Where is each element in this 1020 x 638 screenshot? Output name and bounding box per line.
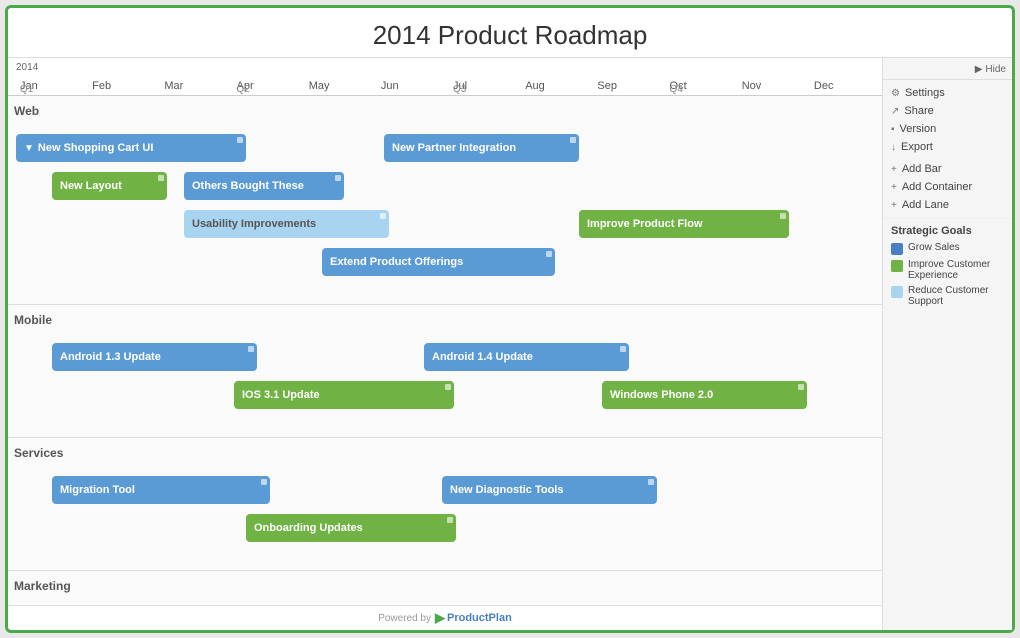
bar-mobile-2[interactable]: IOS 3.1 Update bbox=[234, 381, 454, 409]
lane-marketing: Marketing Marketo IntegrationWebsite Upda… bbox=[8, 571, 882, 605]
page-title: 2014 Product Roadmap bbox=[8, 8, 1012, 58]
goal-color-2 bbox=[891, 286, 903, 298]
bars-area-marketing: Marketo IntegrationWebsite UpdatesPartne… bbox=[14, 599, 876, 605]
goal-label-1: Improve Customer Experience bbox=[908, 259, 1004, 281]
bar-resize-handle[interactable] bbox=[237, 137, 243, 143]
sidebar-menu: ⚙ Settings ↗ Share ▪ Version ↓ Export + Add Bar + A… bbox=[883, 80, 1012, 219]
sidebar-icon-2: ▪ bbox=[891, 124, 895, 135]
lane-title-web: Web bbox=[14, 104, 876, 118]
sidebar-label-5: Add Container bbox=[902, 181, 972, 193]
bar-web-0[interactable]: ▼New Shopping Cart UI bbox=[16, 134, 246, 162]
powered-by-text: Powered by bbox=[378, 613, 431, 624]
lane-title-mobile: Mobile bbox=[14, 313, 876, 327]
bar-resize-handle[interactable] bbox=[158, 175, 164, 181]
goal-color-1 bbox=[891, 260, 903, 272]
sidebar-label-4: Add Bar bbox=[902, 163, 942, 175]
bar-services-0[interactable]: Migration Tool bbox=[52, 476, 270, 504]
lanes-container: Web ▼New Shopping Cart UI New Partner Inte… bbox=[8, 96, 882, 605]
sidebar-label-6: Add Lane bbox=[902, 199, 949, 211]
bar-web-4[interactable]: Usability Improvements bbox=[184, 210, 389, 238]
bar-services-2[interactable]: Onboarding Updates bbox=[246, 514, 456, 542]
lane-title-marketing: Marketing bbox=[14, 579, 876, 593]
triangle-icon: ▶ bbox=[975, 64, 983, 75]
bar-web-6[interactable]: Extend Product Offerings bbox=[322, 248, 555, 276]
sidebar-item-export[interactable]: ↓ Export bbox=[891, 138, 1004, 156]
bar-services-1[interactable]: New Diagnostic Tools bbox=[442, 476, 657, 504]
hide-label: Hide bbox=[985, 64, 1006, 75]
sidebar-item-settings[interactable]: ⚙ Settings bbox=[891, 84, 1004, 102]
month-cell-may: May bbox=[305, 80, 377, 92]
footer: Powered by ▶ ProductPlan bbox=[8, 605, 882, 630]
month-cell-jun: Jun bbox=[377, 80, 449, 92]
lane-title-services: Services bbox=[14, 446, 876, 460]
sidebar-top: ▶ Hide bbox=[883, 62, 1012, 80]
strategic-goal-2: Reduce Customer Support bbox=[891, 285, 1004, 307]
bar-web-2[interactable]: New Layout bbox=[52, 172, 167, 200]
bar-web-3[interactable]: Others Bought These bbox=[184, 172, 344, 200]
bar-resize-handle[interactable] bbox=[261, 479, 267, 485]
month-header: 2014 Q1JanFebMarQ2AprMayJunQ3JulAugSepQ4… bbox=[8, 58, 882, 96]
bars-area-services: Migration Tool New Diagnostic Tools Onboar… bbox=[14, 466, 876, 560]
sidebar-label-2: Version bbox=[900, 123, 937, 135]
lane-services: Services Migration Tool New Diagnostic Too… bbox=[8, 438, 882, 571]
month-cell-apr: Q2Apr bbox=[233, 80, 305, 92]
month-cell-mar: Mar bbox=[160, 80, 232, 92]
lane-web: Web ▼New Shopping Cart UI New Partner Inte… bbox=[8, 96, 882, 305]
bar-resize-handle[interactable] bbox=[648, 479, 654, 485]
month-cell-nov: Nov bbox=[738, 80, 810, 92]
bar-resize-handle[interactable] bbox=[445, 384, 451, 390]
goal-label-0: Grow Sales bbox=[908, 242, 960, 253]
sidebar-item-add-lane[interactable]: + Add Lane bbox=[891, 196, 1004, 214]
sidebar-item-version[interactable]: ▪ Version bbox=[891, 120, 1004, 138]
bar-resize-handle[interactable] bbox=[620, 346, 626, 352]
strategic-goals-title: Strategic Goals bbox=[891, 225, 1004, 237]
bar-resize-handle[interactable] bbox=[798, 384, 804, 390]
lane-mobile: Mobile Android 1.3 Update Android 1.4 Upda… bbox=[8, 305, 882, 438]
sidebar-label-1: Share bbox=[904, 105, 933, 117]
month-cell-aug: Aug bbox=[521, 80, 593, 92]
bar-resize-handle[interactable] bbox=[248, 346, 254, 352]
bars-area-web: ▼New Shopping Cart UI New Partner Integra… bbox=[14, 124, 876, 294]
hide-button[interactable]: ▶ Hide bbox=[975, 64, 1006, 75]
sidebar-icon-6: + bbox=[891, 200, 897, 211]
month-cell-sep: Sep bbox=[593, 80, 665, 92]
bar-web-5[interactable]: Improve Product Flow bbox=[579, 210, 789, 238]
strategic-goal-1: Improve Customer Experience bbox=[891, 259, 1004, 281]
brand-name: ProductPlan bbox=[447, 612, 512, 624]
bar-mobile-0[interactable]: Android 1.3 Update bbox=[52, 343, 257, 371]
strategic-goals-list: Grow Sales Improve Customer Experience Red… bbox=[891, 242, 1004, 307]
bar-resize-handle[interactable] bbox=[546, 251, 552, 257]
bar-resize-handle[interactable] bbox=[570, 137, 576, 143]
sidebar-icon-3: ↓ bbox=[891, 142, 896, 153]
month-cell-jul: Q3Jul bbox=[449, 80, 521, 92]
sidebar-item-share[interactable]: ↗ Share bbox=[891, 102, 1004, 120]
bar-web-1[interactable]: New Partner Integration bbox=[384, 134, 579, 162]
month-cell-jan: Q1Jan bbox=[16, 80, 88, 92]
month-cell-dec: Dec bbox=[810, 80, 882, 92]
month-cell-feb: Feb bbox=[88, 80, 160, 92]
sidebar-item-add-bar[interactable]: + Add Bar bbox=[891, 160, 1004, 178]
month-cell-oct: Q4Oct bbox=[666, 80, 738, 92]
bar-resize-handle[interactable] bbox=[380, 213, 386, 219]
sidebar-label-0: Settings bbox=[905, 87, 945, 99]
goal-color-0 bbox=[891, 243, 903, 255]
productplan-icon: ▶ bbox=[435, 610, 445, 626]
bar-mobile-1[interactable]: Android 1.4 Update bbox=[424, 343, 629, 371]
bar-resize-handle[interactable] bbox=[780, 213, 786, 219]
sidebar-icon-0: ⚙ bbox=[891, 88, 900, 99]
sidebar-icon-4: + bbox=[891, 164, 897, 175]
sidebar-label-3: Export bbox=[901, 141, 933, 153]
strategic-goal-0: Grow Sales bbox=[891, 242, 1004, 255]
goal-label-2: Reduce Customer Support bbox=[908, 285, 1004, 307]
bars-area-mobile: Android 1.3 Update Android 1.4 Update IOS … bbox=[14, 333, 876, 427]
sidebar: ▶ Hide ⚙ Settings ↗ Share ▪ Version ↓ Export + Ad… bbox=[882, 58, 1012, 630]
bar-resize-handle[interactable] bbox=[335, 175, 341, 181]
sidebar-icon-5: + bbox=[891, 182, 897, 193]
strategic-goals-section: Strategic Goals Grow Sales Improve Custom… bbox=[883, 219, 1012, 317]
sidebar-icon-1: ↗ bbox=[891, 106, 899, 117]
year-label: 2014 bbox=[16, 62, 38, 73]
bar-mobile-3[interactable]: Windows Phone 2.0 bbox=[602, 381, 807, 409]
sidebar-item-add-container[interactable]: + Add Container bbox=[891, 178, 1004, 196]
bar-resize-handle[interactable] bbox=[447, 517, 453, 523]
